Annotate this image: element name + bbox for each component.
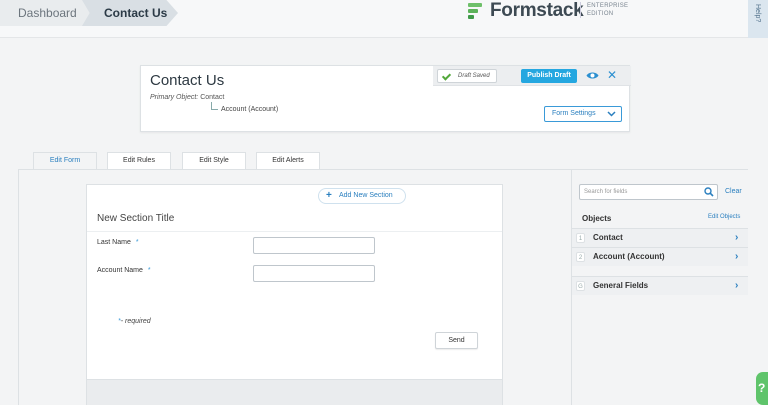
object-row-contact[interactable]: 1 Contact › [572,228,748,247]
account-name-label: Account Name * [97,267,151,274]
top-bar: Dashboard Contact Us Formstack ENTERPRIS… [0,0,768,38]
search-placeholder: Search for fields [584,189,628,195]
draft-status-text: Draft Saved [458,73,490,79]
tab-edit-alerts[interactable]: Edit Alerts [256,152,320,169]
section-divider [87,231,502,232]
add-new-section-button[interactable]: + Add New Section [318,188,406,204]
clear-search-link[interactable]: Clear [725,188,742,195]
object-number: G [576,281,585,291]
primary-object: Primary Object: Contact [150,94,224,101]
help-bubble-icon[interactable]: ? [756,372,768,405]
formstack-logo-icon [466,2,486,20]
object-name: Contact [593,233,623,242]
objects-heading: Objects [582,214,612,223]
check-icon [441,71,452,81]
chevron-right-icon: › [735,232,739,243]
eye-icon[interactable] [586,71,599,80]
brand-edition: ENTERPRISE EDITION [580,2,628,18]
account-name-input[interactable] [253,265,375,282]
required-note-text: - required [120,318,151,325]
object-number: 2 [576,252,585,262]
draft-status-badge: Draft Saved [437,69,497,83]
last-name-label-text: Last Name [97,239,131,246]
form-settings-label: Form Settings [552,110,596,117]
edit-objects-link[interactable]: Edit Objects [708,214,740,220]
chevron-right-icon: › [735,251,739,262]
field-search-input[interactable]: Search for fields [579,184,718,200]
last-name-input[interactable] [253,237,375,254]
account-name-label-text: Account Name [97,267,143,274]
tree-connector [211,102,218,110]
tab-edit-style[interactable]: Edit Style [182,152,246,169]
form-toolbar: Draft Saved Publish Draft ✕ [433,66,631,86]
send-button[interactable]: Send [435,332,478,349]
breadcrumb-current: Contact Us [82,0,178,26]
child-object: Account (Account) [221,106,279,113]
edition-line-2: EDITION [587,11,614,17]
required-star: * [135,239,139,246]
form-settings-dropdown[interactable]: Form Settings [544,106,622,122]
breadcrumb-dashboard[interactable]: Dashboard [0,0,92,26]
chevron-down-icon [607,111,616,117]
tab-edit-form[interactable]: Edit Form [33,152,97,170]
tab-edit-rules[interactable]: Edit Rules [107,152,171,169]
chevron-right-icon: › [735,280,739,291]
section-title[interactable]: New Section Title [97,213,174,224]
brand-name: Formstack [490,0,584,21]
search-icon[interactable] [704,187,714,197]
add-section-label: Add New Section [339,192,393,199]
close-icon[interactable]: ✕ [607,68,617,82]
object-name: General Fields [593,281,649,290]
form-section[interactable]: New Section Title Last Name * Account Nam… [86,184,503,405]
object-number: 1 [576,233,585,243]
publish-draft-button[interactable]: Publish Draft [521,69,577,83]
section-footer [87,379,502,405]
required-note: *- required [118,318,151,325]
plus-icon: + [326,190,332,201]
object-row-general-fields[interactable]: G General Fields › [572,276,748,295]
help-tab[interactable]: Help? [748,0,768,38]
object-row-account[interactable]: 2 Account (Account) › [572,247,748,266]
brand-logo: Formstack [466,0,584,22]
primary-object-value: Contact [200,94,225,101]
form-header-card: Contact Us Primary Object: Contact Accou… [140,65,631,132]
edition-line-1: ENTERPRISE [587,3,629,9]
primary-object-label: Primary Object: [150,94,199,101]
help-tab-label: Help? [754,4,761,23]
form-title: Contact Us [150,72,225,89]
required-star: * [147,267,151,274]
object-name: Account (Account) [593,252,665,261]
last-name-label: Last Name * [97,239,139,246]
